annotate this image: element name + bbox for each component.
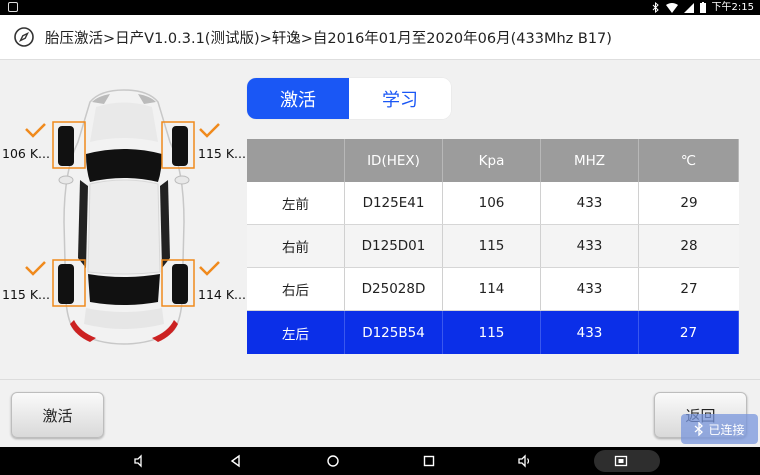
tire-rear-right xyxy=(172,264,188,304)
check-icon xyxy=(25,123,46,138)
check-icon xyxy=(25,261,46,276)
activate-button[interactable]: 激活 xyxy=(11,392,104,438)
table-cell: 115 xyxy=(443,311,541,354)
table-cell: 433 xyxy=(541,268,639,310)
home-icon[interactable] xyxy=(325,453,341,469)
compass-icon xyxy=(14,27,34,47)
volume-up-icon[interactable] xyxy=(517,453,533,469)
tire-front-right xyxy=(172,126,188,166)
check-icon xyxy=(199,123,220,138)
car-diagram: 106 K... 115 K... 115 K... 114 K... xyxy=(0,62,246,377)
check-icon xyxy=(199,261,220,276)
table-cell: 106 xyxy=(443,182,541,224)
signal-icon xyxy=(683,2,694,13)
tire-rear-left xyxy=(58,264,74,304)
column-header: MHZ xyxy=(541,139,639,182)
bluetooth-status-badge: 已连接 xyxy=(681,414,758,444)
table-cell: 27 xyxy=(680,281,698,297)
tab-learn[interactable]: 学习 xyxy=(349,78,451,119)
column-header: Kpa xyxy=(443,139,541,182)
wheel-label-front-left: 106 K... xyxy=(2,146,50,161)
table-cell: 左后 xyxy=(247,311,345,354)
mode-tabs: 激活 学习 xyxy=(247,78,451,119)
volume-down-icon[interactable] xyxy=(132,453,148,469)
wifi-icon xyxy=(665,2,678,13)
table-cell: 115 xyxy=(443,225,541,267)
wheel-label-rear-right: 114 K... xyxy=(198,287,246,302)
battery-icon xyxy=(699,2,706,13)
page-title: 胎压激活>日产V1.0.3.1(测试版)>轩逸>自2016年01月至2020年0… xyxy=(45,30,612,47)
status-time: 下午2:15 xyxy=(711,2,754,13)
table-cell: 27 xyxy=(639,311,739,354)
wheel-label-front-right: 115 K... xyxy=(198,146,246,161)
table-cell: 右前 xyxy=(247,225,345,267)
tire-front-left xyxy=(58,126,74,166)
table-cell: 433 xyxy=(541,225,639,267)
table-cell: 433 xyxy=(541,311,639,354)
table-cell: 28 xyxy=(680,238,698,254)
table-cell: 左前 xyxy=(247,182,345,224)
sensor-table: ID(HEX) Kpa MHZ ℃ 左前 D125E41 106 433 29 … xyxy=(247,139,739,354)
table-row-selected[interactable]: 左后 D125B54 115 433 27 xyxy=(247,311,739,354)
table-row[interactable]: 右前 D125D01 115 433 28 xyxy=(247,225,739,268)
table-row[interactable]: 左前 D125E41 106 433 29 xyxy=(247,182,739,225)
table-cell: D125E41 xyxy=(345,182,443,224)
bluetooth-icon xyxy=(695,422,704,436)
bluetooth-icon xyxy=(652,2,659,13)
bluetooth-status-label: 已连接 xyxy=(708,422,745,437)
column-header: ℃ xyxy=(639,139,739,182)
table-cell: D125B54 xyxy=(345,311,443,354)
table-cell: 29 xyxy=(680,195,698,211)
status-bar: 下午2:15 xyxy=(0,0,760,15)
wheel-label-rear-left: 115 K... xyxy=(2,287,50,302)
notification-icon xyxy=(8,2,18,12)
header: 胎压激活>日产V1.0.3.1(测试版)>轩逸>自2016年01月至2020年0… xyxy=(0,15,760,60)
column-header xyxy=(247,139,345,182)
back-nav-icon[interactable] xyxy=(228,453,244,469)
car-illustration xyxy=(25,89,220,345)
table-cell: 433 xyxy=(541,182,639,224)
screenshot-icon[interactable] xyxy=(613,453,629,469)
navigation-bar xyxy=(0,447,760,475)
tab-activate[interactable]: 激活 xyxy=(247,78,349,119)
table-cell: D125D01 xyxy=(345,225,443,267)
table-cell: 右后 xyxy=(247,268,345,310)
table-cell: 114 xyxy=(443,268,541,310)
table-row[interactable]: 右后 D25028D 114 433 27 xyxy=(247,268,739,311)
table-header: ID(HEX) Kpa MHZ ℃ xyxy=(247,139,739,182)
recent-apps-icon[interactable] xyxy=(421,453,437,469)
column-header: ID(HEX) xyxy=(345,139,443,182)
bottom-divider xyxy=(0,379,760,380)
table-cell: D25028D xyxy=(345,268,443,310)
